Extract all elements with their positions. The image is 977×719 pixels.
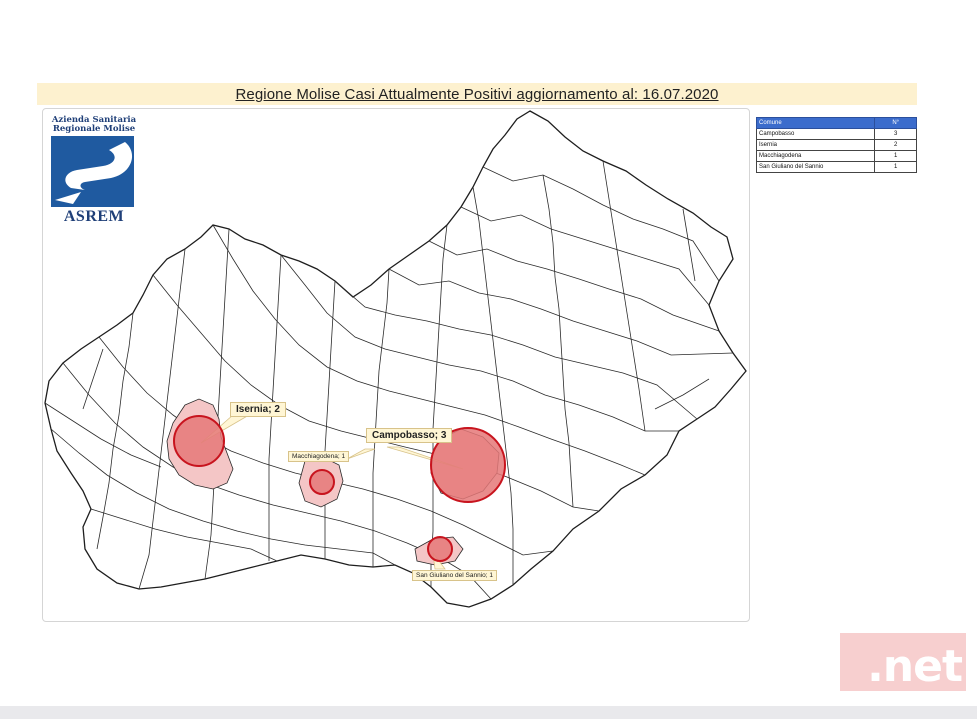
cell-comune: Isernia: [755, 139, 876, 151]
page-bottom-edge: [0, 706, 977, 719]
logo-line-2: Regionale Molise: [52, 124, 136, 134]
page-title: Regione Molise Casi Attualmente Positivi…: [235, 85, 719, 103]
callout-macchiagodena: Macchiagodena; 1: [288, 451, 350, 462]
cell-comune: San Giuliano del Sannio: [755, 161, 876, 173]
asrem-logo: Azienda Sanitaria Regionale Molise ASREM: [51, 116, 137, 225]
macchiagodena-circle: [309, 469, 335, 495]
region-outline: [44, 110, 747, 608]
header-comune: Comune: [755, 117, 876, 129]
callout-isernia: Isernia; 2: [230, 402, 286, 417]
map-frame: [42, 108, 750, 622]
cell-count: 1: [874, 150, 917, 162]
table-row: Campobasso 3: [755, 128, 917, 140]
table-header-row: Comune N°: [755, 117, 917, 129]
cell-count: 2: [874, 139, 917, 151]
cell-count: 3: [874, 128, 917, 140]
watermark-text: .net: [867, 641, 963, 692]
header-count: N°: [874, 117, 917, 129]
callout-san-giuliano: San Giuliano del Sannio; 1: [412, 570, 497, 581]
isernia-circle: [173, 415, 225, 467]
table-row: San Giuliano del Sannio 1: [755, 161, 917, 173]
cell-comune: Campobasso: [755, 128, 876, 140]
callout-campobasso: Campobasso; 3: [366, 428, 453, 443]
cell-comune: Macchiagodena: [755, 150, 876, 162]
logo-acronym: ASREM: [63, 208, 125, 225]
molise-map: [44, 110, 747, 608]
cell-count: 1: [874, 161, 917, 173]
table-row: Isernia 2: [755, 139, 917, 151]
watermark-logo: .net: [840, 633, 966, 691]
table-row: Macchiagodena 1: [755, 150, 917, 162]
san-giuliano-circle: [427, 536, 453, 562]
title-bar: Regione Molise Casi Attualmente Positivi…: [37, 83, 917, 105]
cases-table: Comune N° Campobasso 3 Isernia 2 Macchia…: [755, 117, 917, 173]
logo-mark-icon: [51, 136, 134, 207]
